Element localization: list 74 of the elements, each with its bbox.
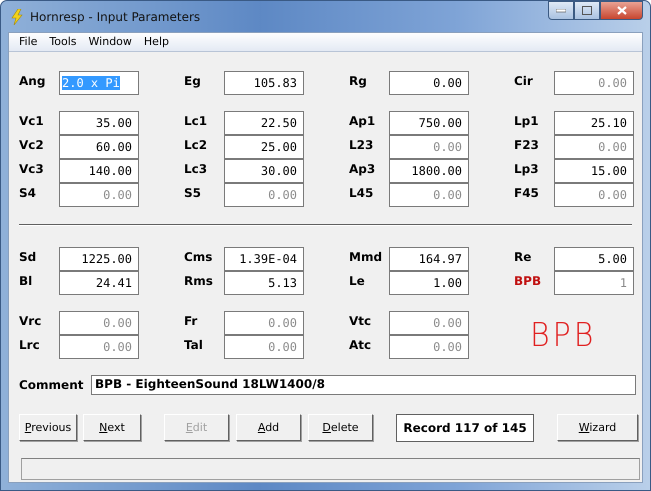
parameter-label: Sd bbox=[19, 249, 38, 264]
nav-button[interactable]: Delete bbox=[308, 414, 373, 441]
parameter-label: Rms bbox=[184, 273, 214, 288]
parameter-label: Rg bbox=[349, 73, 368, 88]
menu-item[interactable]: Window bbox=[82, 33, 138, 51]
minimize-button[interactable] bbox=[548, 1, 574, 20]
parameter-label: Vtc bbox=[349, 313, 372, 328]
parameter-label: Re bbox=[514, 249, 532, 264]
parameter-label: Ap3 bbox=[349, 161, 376, 176]
parameter-label: F45 bbox=[514, 185, 540, 200]
parameter-label: F23 bbox=[514, 137, 540, 152]
parameter-field[interactable]: 15.00 bbox=[554, 159, 634, 183]
parameter-label: Lc3 bbox=[184, 161, 208, 176]
parameter-field[interactable]: 30.00 bbox=[224, 159, 304, 183]
parameter-field[interactable]: 35.00 bbox=[59, 111, 139, 135]
nav-button[interactable]: Next bbox=[83, 414, 141, 441]
parameter-label: Lc1 bbox=[184, 113, 208, 128]
record-counter: Record 117 of 145 bbox=[396, 414, 534, 442]
parameter-label: Lc2 bbox=[184, 137, 208, 152]
parameter-label: Ap1 bbox=[349, 113, 376, 128]
parameter-label: Lp3 bbox=[514, 161, 540, 176]
parameter-label: Vc2 bbox=[19, 137, 45, 152]
parameter-label: Eg bbox=[184, 73, 202, 88]
parameter-label: BPB bbox=[514, 273, 542, 288]
parameter-field[interactable]: 25.10 bbox=[554, 111, 634, 135]
parameter-field[interactable]: 1800.00 bbox=[389, 159, 469, 183]
parameter-label: L23 bbox=[349, 137, 374, 152]
menu-item[interactable]: Tools bbox=[43, 33, 83, 51]
close-icon bbox=[616, 6, 626, 15]
menu-item[interactable]: File bbox=[13, 33, 44, 51]
parameter-field[interactable]: 140.00 bbox=[59, 159, 139, 183]
parameter-field[interactable]: 25.00 bbox=[224, 135, 304, 159]
parameter-label: Vrc bbox=[19, 313, 42, 328]
maximize-button[interactable] bbox=[574, 1, 600, 20]
parameter-label: S5 bbox=[184, 185, 202, 200]
parameter-label: Vc1 bbox=[19, 113, 45, 128]
comment-field[interactable]: BPB - EighteenSound 18LW1400/8 bbox=[91, 375, 636, 395]
parameter-label: S4 bbox=[19, 185, 37, 200]
parameter-field[interactable]: 105.83 bbox=[224, 71, 304, 95]
parameter-label: Lp1 bbox=[514, 113, 540, 128]
parameter-field[interactable]: 164.97 bbox=[389, 247, 469, 271]
parameter-field[interactable]: 1225.00 bbox=[59, 247, 139, 271]
parameter-field[interactable]: 0.00 bbox=[389, 71, 469, 95]
parameter-label: Cir bbox=[514, 73, 534, 88]
parameter-label: Tal bbox=[184, 337, 204, 352]
nav-button[interactable]: Previous bbox=[19, 414, 77, 441]
parameter-label: L45 bbox=[349, 185, 374, 200]
handwritten-note: BPB bbox=[530, 316, 596, 354]
window-title: Hornresp - Input Parameters bbox=[30, 10, 200, 24]
nav-button[interactable]: Wizard bbox=[557, 414, 638, 441]
parameter-label: Lrc bbox=[19, 337, 41, 352]
menu-item[interactable]: Help bbox=[138, 33, 175, 51]
parameter-label: Ang bbox=[19, 73, 46, 88]
close-button[interactable] bbox=[600, 1, 643, 20]
parameter-label: Le bbox=[349, 273, 366, 288]
nav-button[interactable]: Add bbox=[236, 414, 301, 441]
parameter-field[interactable]: 1.00 bbox=[389, 271, 469, 295]
lightning-icon bbox=[10, 8, 24, 24]
parameter-field[interactable]: 5.00 bbox=[554, 247, 634, 271]
parameter-label: Fr bbox=[184, 313, 198, 328]
minimize-icon bbox=[556, 8, 566, 12]
parameter-field[interactable]: 750.00 bbox=[389, 111, 469, 135]
parameter-field[interactable]: 22.50 bbox=[224, 111, 304, 135]
parameter-label: Bl bbox=[19, 273, 34, 288]
parameter-label: Cms bbox=[184, 249, 214, 264]
parameter-field[interactable]: 24.41 bbox=[59, 271, 139, 295]
parameter-label: Vc3 bbox=[19, 161, 45, 176]
comment-label: Comment bbox=[19, 378, 84, 392]
maximize-icon bbox=[582, 6, 592, 15]
parameter-field[interactable]: 5.13 bbox=[224, 271, 304, 295]
parameter-field[interactable]: 60.00 bbox=[59, 135, 139, 159]
parameter-field[interactable]: 1.39E-04 bbox=[224, 247, 304, 271]
parameter-label: Atc bbox=[349, 337, 372, 352]
parameter-label: Mmd bbox=[349, 249, 384, 264]
